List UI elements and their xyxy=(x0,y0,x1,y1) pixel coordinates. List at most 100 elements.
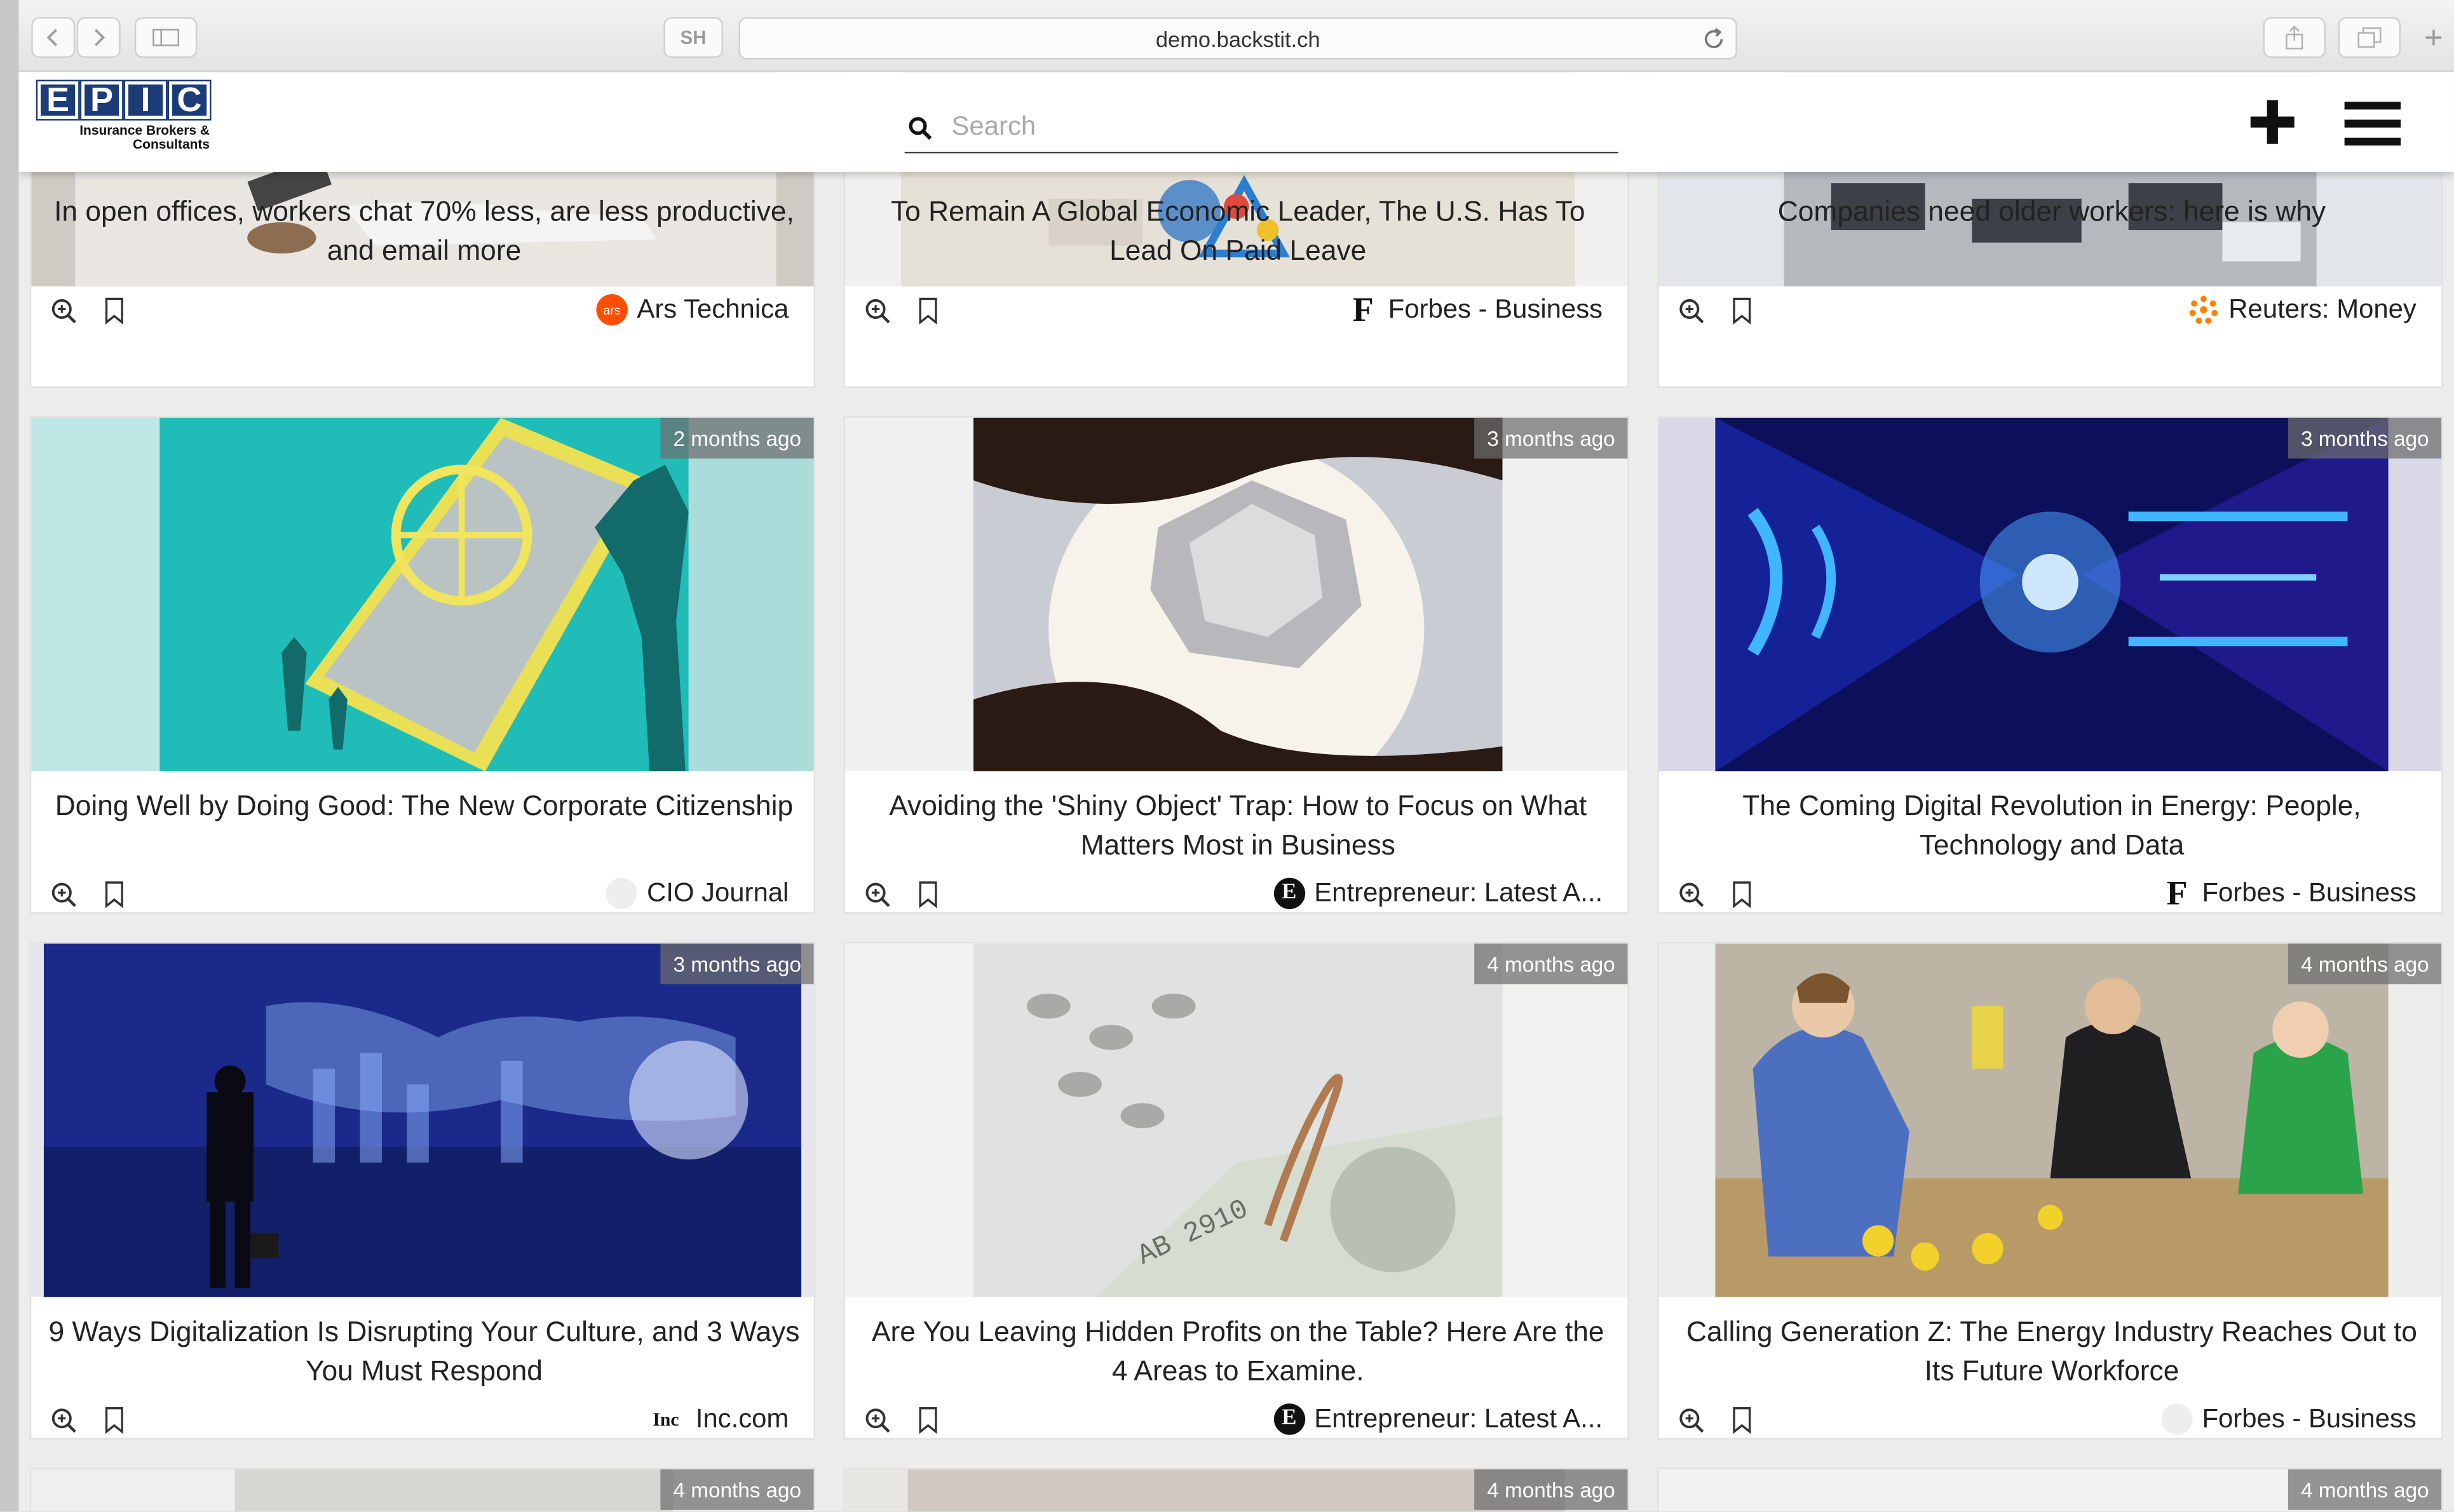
article-card[interactable]: 2 months ago Doing Well by Doing Good: T… xyxy=(29,416,816,914)
article-source[interactable]: Forbes - Business xyxy=(2161,1400,2417,1438)
zoom-icon[interactable] xyxy=(864,297,892,325)
zoom-icon[interactable] xyxy=(1678,297,1705,325)
epic-logo[interactable]: E P I C Insurance Brokers & Consultants xyxy=(36,79,219,163)
age-badge: 3 months ago xyxy=(660,943,814,985)
zoom-icon[interactable] xyxy=(864,1407,892,1434)
article-source[interactable]: Inc Inc.com xyxy=(646,1400,789,1438)
age-badge: 3 months ago xyxy=(2288,417,2442,459)
article-card[interactable]: 3 months ago Avoiding the 'Shiny Object'… xyxy=(843,416,1629,914)
reuters-logo-icon xyxy=(2189,295,2218,324)
article-image[interactable]: 4 months ago xyxy=(845,1469,1628,1512)
forward-button[interactable] xyxy=(76,17,121,58)
hamburger-menu-icon[interactable] xyxy=(2344,100,2401,147)
bookmark-icon[interactable] xyxy=(1731,881,1752,909)
age-badge: 2 months ago xyxy=(660,417,814,459)
article-source[interactable]: E Entrepreneur: Latest A... xyxy=(1273,875,1603,912)
card-footer: Inc Inc.com xyxy=(31,1397,814,1438)
source-logo-icon xyxy=(2161,1403,2193,1435)
article-card[interactable]: 3 months ago The Coming Digital Revoluti… xyxy=(1657,416,2443,914)
article-image[interactable]: 4 months ago xyxy=(31,1469,814,1512)
bookmark-icon[interactable] xyxy=(1731,297,1752,325)
article-source[interactable]: F Forbes - Business xyxy=(2161,873,2416,912)
search-icon xyxy=(909,117,932,140)
article-image[interactable]: 3 months ago xyxy=(845,417,1628,772)
chevron-right-icon xyxy=(94,29,105,46)
bookmark-icon[interactable] xyxy=(917,297,939,325)
age-badge: 4 months ago xyxy=(1474,1469,1628,1510)
web-page: E P I C Insurance Brokers & Consultants xyxy=(18,72,2454,1512)
age-badge: 4 months ago xyxy=(2288,943,2442,985)
add-icon[interactable] xyxy=(2247,97,2298,147)
zoom-icon[interactable] xyxy=(50,297,78,325)
ars-technica-logo-icon: ars xyxy=(596,294,628,326)
article-card[interactable]: 4 months ago xyxy=(29,1468,816,1512)
bookmark-icon[interactable] xyxy=(104,1407,125,1434)
article-title[interactable]: Calling Generation Z: The Energy Industr… xyxy=(1674,1313,2429,1391)
cio-journal-logo-icon xyxy=(606,877,638,910)
logo-letter: I xyxy=(123,79,168,121)
article-source[interactable]: CIO Journal xyxy=(606,875,789,912)
browser-window: SH demo.backstit.ch E P I C Insurance Br… xyxy=(0,0,2454,1512)
article-title[interactable]: Companies need older workers: here is wh… xyxy=(1674,192,2429,232)
extension-button[interactable]: SH xyxy=(663,17,723,58)
card-footer: F Forbes - Business xyxy=(1659,872,2441,912)
article-source[interactable]: Reuters: Money xyxy=(2188,291,2417,328)
article-image[interactable]: 2 months ago xyxy=(31,417,814,772)
bookmark-icon[interactable] xyxy=(917,1407,939,1434)
bookmark-icon[interactable] xyxy=(917,881,939,909)
article-source[interactable]: E Entrepreneur: Latest A... xyxy=(1273,1400,1603,1438)
article-title[interactable]: In open offices, workers chat 70% less, … xyxy=(47,192,801,271)
article-card[interactable]: AB 2910 4 months ago Are You Leaving Hid… xyxy=(843,942,1629,1440)
article-title[interactable]: To Remain A Global Economic Leader, The … xyxy=(861,192,1615,271)
new-tab-button[interactable] xyxy=(2417,17,2451,58)
sidebar-toggle-button[interactable] xyxy=(134,17,198,58)
zoom-icon[interactable] xyxy=(864,881,892,909)
article-card[interactable]: 3 months ago 9 Ways Digitalization Is Di… xyxy=(29,942,816,1440)
entrepreneur-mark: E xyxy=(1282,1407,1297,1431)
address-bar[interactable]: demo.backstit.ch xyxy=(738,17,1737,60)
age-badge: 4 months ago xyxy=(660,1469,814,1510)
logo-letter: P xyxy=(79,79,124,121)
article-image[interactable]: AB 2910 4 months ago xyxy=(845,943,1628,1297)
logo-letter: E xyxy=(36,79,80,121)
search-input[interactable] xyxy=(951,106,1609,147)
article-title[interactable]: Are You Leaving Hidden Profits on the Ta… xyxy=(861,1313,1615,1391)
entrepreneur-logo-icon: E xyxy=(1273,877,1305,910)
logo-tagline-line2: Consultants xyxy=(133,136,210,152)
plus-small-icon xyxy=(2425,29,2442,46)
article-card[interactable]: 4 months ago xyxy=(843,1468,1629,1512)
zoom-icon[interactable] xyxy=(1678,1407,1705,1434)
article-title[interactable]: The Coming Digital Revolution in Energy:… xyxy=(1674,787,2429,865)
article-image[interactable]: 3 months ago xyxy=(31,943,814,1297)
back-button[interactable] xyxy=(31,17,76,58)
card-footer: F Forbes - Business xyxy=(845,288,1628,328)
tabs-button[interactable] xyxy=(2338,17,2401,58)
inc-logo-icon: Inc xyxy=(646,1403,686,1434)
article-image[interactable]: 3 months ago xyxy=(1658,417,2442,772)
article-title[interactable]: Avoiding the 'Shiny Object' Trap: How to… xyxy=(861,787,1615,865)
article-image[interactable]: 4 months ago xyxy=(1658,943,2442,1297)
bookmark-icon[interactable] xyxy=(104,881,125,909)
article-title[interactable]: Doing Well by Doing Good: The New Corpor… xyxy=(47,787,801,827)
share-button[interactable] xyxy=(2263,17,2326,58)
age-badge: 3 months ago xyxy=(1474,417,1628,459)
article-card[interactable]: 4 months ago xyxy=(1657,1468,2443,1512)
site-header: E P I C Insurance Brokers & Consultants xyxy=(18,72,2454,172)
zoom-icon[interactable] xyxy=(1678,881,1705,909)
reload-icon[interactable] xyxy=(1701,27,1726,51)
article-image[interactable]: 4 months ago xyxy=(1658,1469,2442,1512)
bookmark-icon[interactable] xyxy=(1731,1407,1752,1434)
article-title[interactable]: 9 Ways Digitalization Is Disrupting Your… xyxy=(47,1313,801,1391)
logo-letter: C xyxy=(167,79,212,121)
forbes-mark: F xyxy=(2166,873,2188,912)
card-footer: ars Ars Technica xyxy=(31,288,814,328)
zoom-icon[interactable] xyxy=(50,881,78,909)
logo-tagline: Insurance Brokers & Consultants xyxy=(37,123,210,152)
zoom-icon[interactable] xyxy=(50,1407,78,1434)
bookmark-icon[interactable] xyxy=(104,297,125,325)
article-source[interactable]: ars Ars Technica xyxy=(596,291,789,328)
forbes-logo-icon: F xyxy=(1348,290,1379,329)
article-card[interactable]: 4 months ago Calling Generation Z: The E… xyxy=(1657,942,2443,1440)
article-source[interactable]: F Forbes - Business xyxy=(1348,290,1603,329)
source-name: Ars Technica xyxy=(637,294,789,324)
